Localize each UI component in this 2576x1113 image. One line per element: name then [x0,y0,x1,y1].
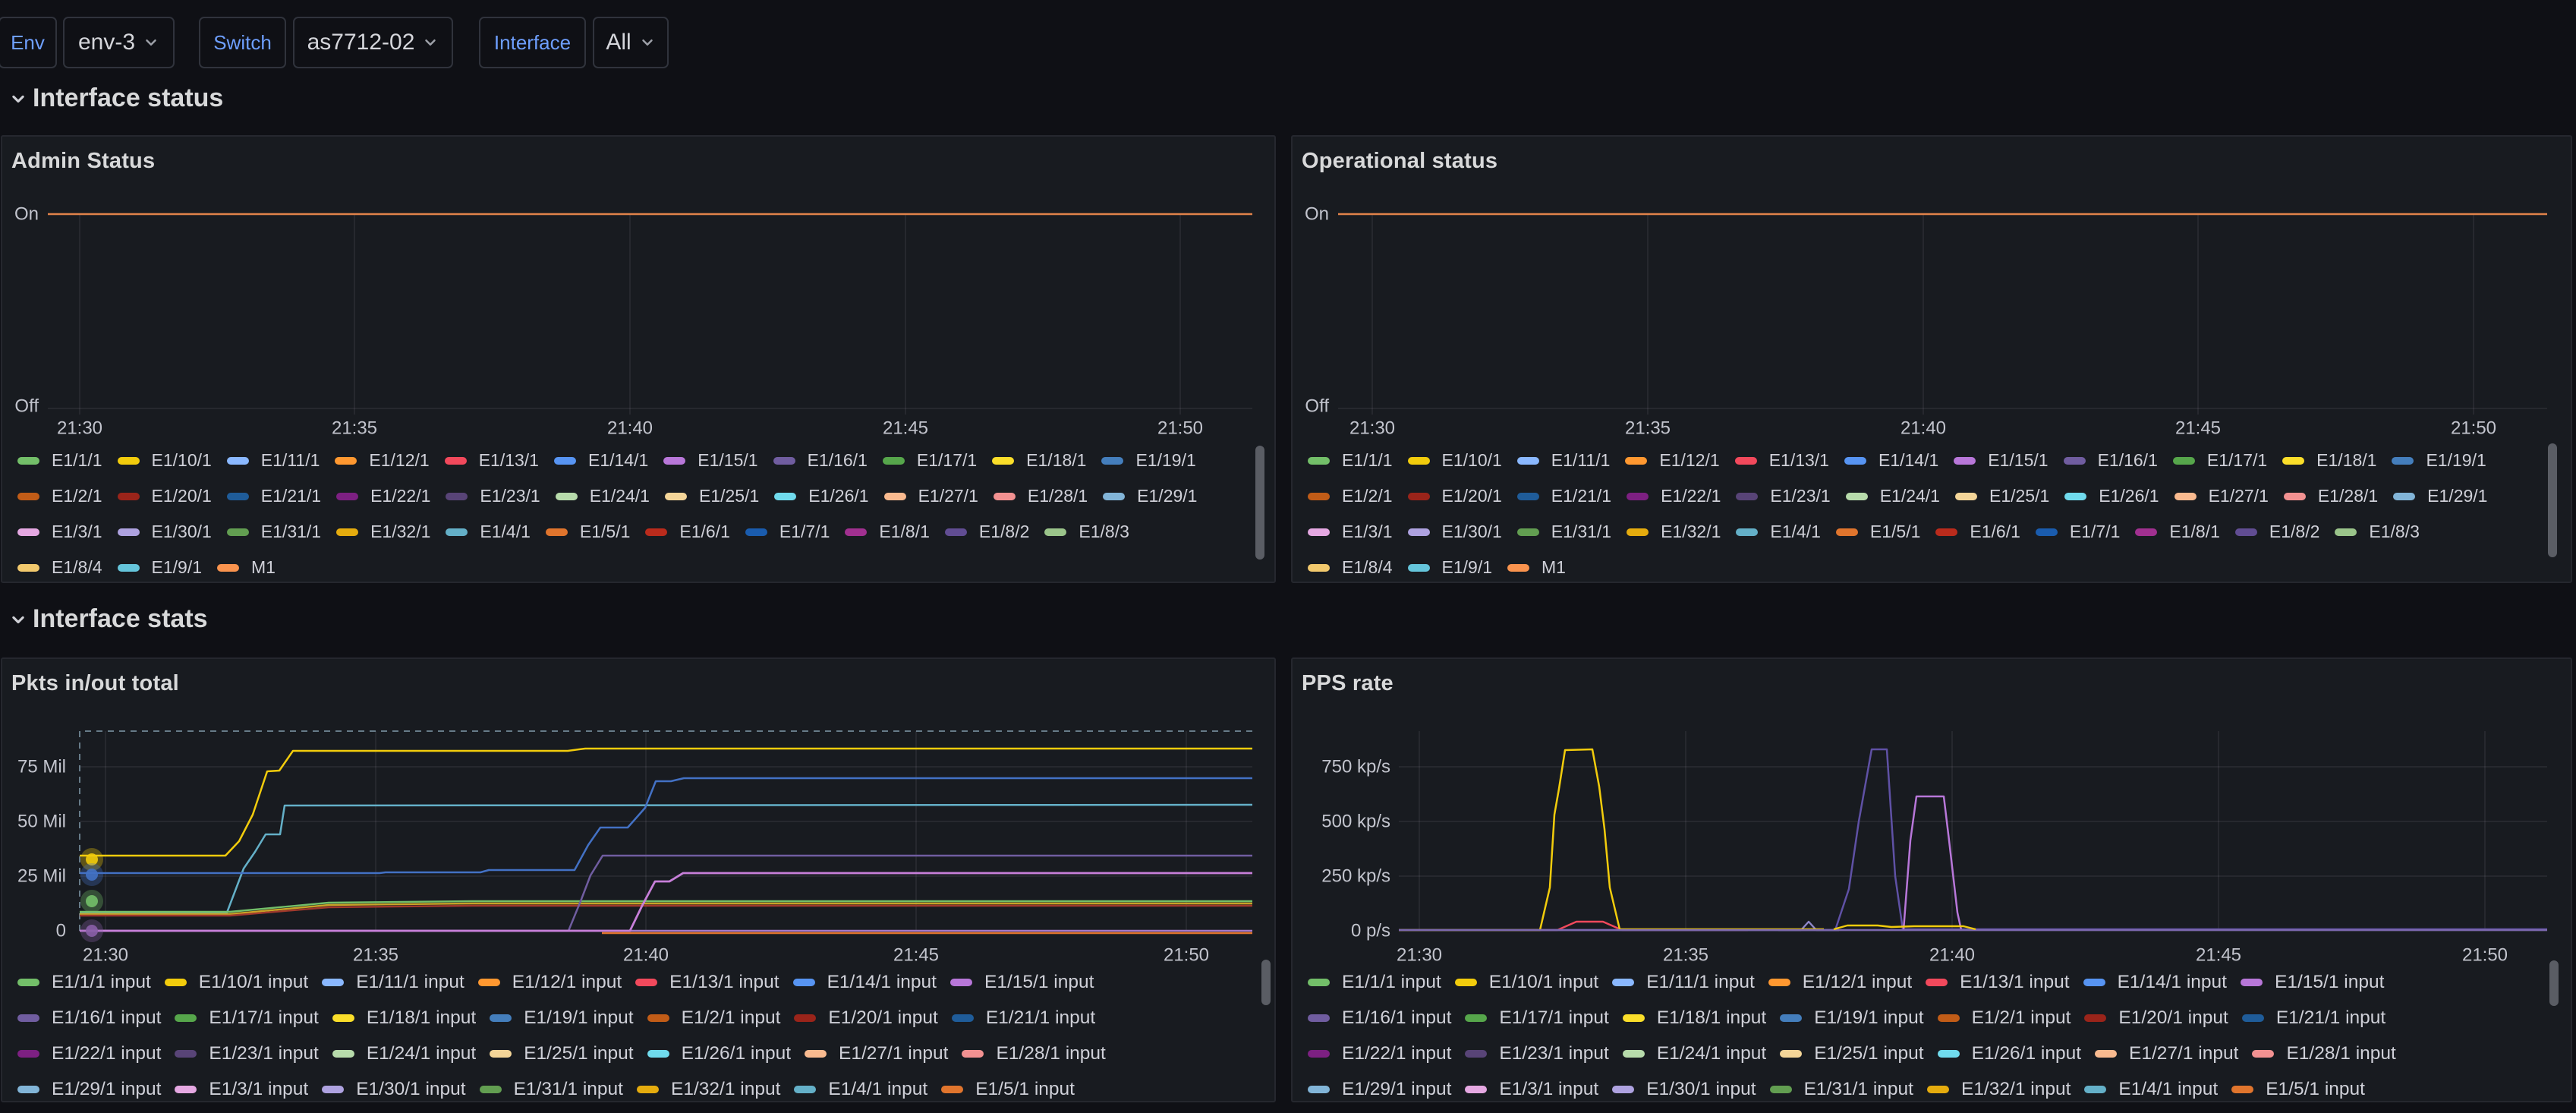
svg-text:21:45: 21:45 [2196,945,2241,966]
svg-text:21:30: 21:30 [57,418,102,439]
svg-text:0: 0 [56,921,66,941]
svg-text:500 kp/s: 500 kp/s [1321,812,1390,832]
svg-text:75 Mil: 75 Mil [17,757,66,777]
svg-text:21:30: 21:30 [83,945,128,966]
svg-text:On: On [14,204,39,225]
svg-text:Off: Off [14,396,39,417]
svg-text:25 Mil: 25 Mil [17,866,66,887]
svg-text:21:30: 21:30 [1397,945,1442,966]
svg-text:50 Mil: 50 Mil [17,812,66,832]
svg-text:750 kp/s: 750 kp/s [1321,757,1390,777]
svg-text:21:35: 21:35 [1663,945,1708,966]
svg-text:21:45: 21:45 [883,418,928,439]
svg-text:21:30: 21:30 [1349,418,1395,439]
svg-text:21:45: 21:45 [893,945,939,966]
svg-text:21:50: 21:50 [2462,945,2508,966]
svg-text:250 kp/s: 250 kp/s [1321,866,1390,887]
svg-text:21:50: 21:50 [2451,418,2496,439]
svg-text:21:50: 21:50 [1164,945,1209,966]
svg-text:21:35: 21:35 [1625,418,1671,439]
svg-text:21:50: 21:50 [1157,418,1203,439]
svg-text:21:40: 21:40 [607,418,653,439]
svg-text:21:40: 21:40 [623,945,669,966]
svg-text:21:35: 21:35 [332,418,377,439]
svg-text:Off: Off [1305,396,1329,417]
svg-text:21:35: 21:35 [353,945,398,966]
svg-text:21:45: 21:45 [2175,418,2221,439]
svg-text:21:40: 21:40 [1929,945,1975,966]
svg-text:On: On [1305,204,1329,225]
svg-text:0 p/s: 0 p/s [1351,921,1390,941]
svg-text:21:40: 21:40 [1901,418,1946,439]
